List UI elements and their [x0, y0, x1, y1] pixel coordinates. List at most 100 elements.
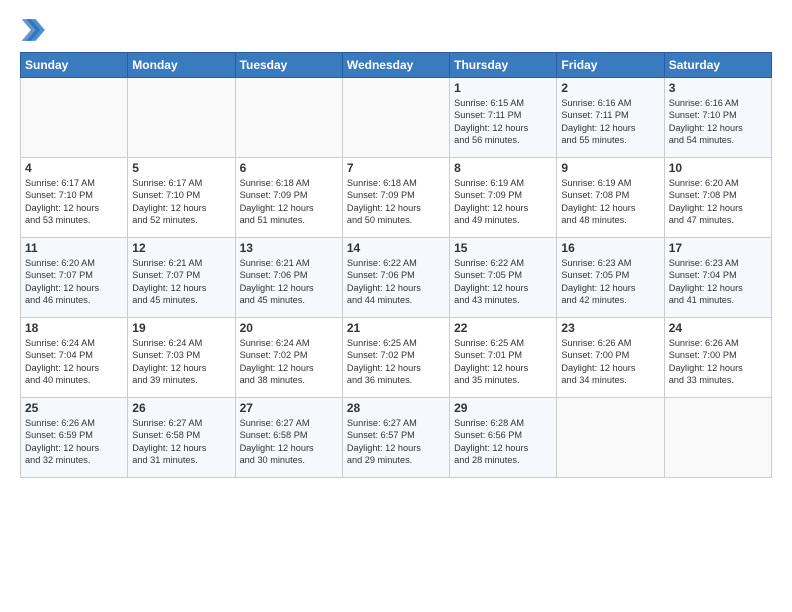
day-number: 19	[132, 321, 230, 335]
day-info: Sunrise: 6:25 AM Sunset: 7:01 PM Dayligh…	[454, 337, 552, 387]
header-day: Friday	[557, 53, 664, 78]
header-day: Saturday	[664, 53, 771, 78]
day-number: 22	[454, 321, 552, 335]
day-info: Sunrise: 6:28 AM Sunset: 6:56 PM Dayligh…	[454, 417, 552, 467]
calendar-week-row: 18 Sunrise: 6:24 AM Sunset: 7:04 PM Dayli…	[21, 318, 772, 398]
calendar-cell	[664, 398, 771, 478]
day-info: Sunrise: 6:21 AM Sunset: 7:07 PM Dayligh…	[132, 257, 230, 307]
calendar-week-row: 4 Sunrise: 6:17 AM Sunset: 7:10 PM Daylig…	[21, 158, 772, 238]
day-number: 5	[132, 161, 230, 175]
calendar-cell	[557, 398, 664, 478]
day-info: Sunrise: 6:16 AM Sunset: 7:10 PM Dayligh…	[669, 97, 767, 147]
calendar-cell: 7Sunrise: 6:18 AM Sunset: 7:09 PM Daylig…	[342, 158, 449, 238]
day-number: 10	[669, 161, 767, 175]
day-info: Sunrise: 6:16 AM Sunset: 7:11 PM Dayligh…	[561, 97, 659, 147]
calendar-cell: 28Sunrise: 6:27 AM Sunset: 6:57 PM Dayli…	[342, 398, 449, 478]
calendar-cell: 3 Sunrise: 6:16 AM Sunset: 7:10 PM Daylig…	[664, 78, 771, 158]
calendar-cell: 26 Sunrise: 6:27 AM Sunset: 6:58 PM Dayli…	[128, 398, 235, 478]
calendar-cell: 27 Sunrise: 6:27 AM Sunset: 6:58 PM Dayli…	[235, 398, 342, 478]
day-number: 15	[454, 241, 552, 255]
calendar-cell: 5 Sunrise: 6:17 AM Sunset: 7:10 PM Daylig…	[128, 158, 235, 238]
day-info: Sunrise: 6:25 AM Sunset: 7:02 PM Dayligh…	[347, 337, 445, 387]
day-number: 13	[240, 241, 338, 255]
calendar-cell: 4 Sunrise: 6:17 AM Sunset: 7:10 PM Daylig…	[21, 158, 128, 238]
day-number: 9	[561, 161, 659, 175]
header-day: Thursday	[450, 53, 557, 78]
calendar-cell: 8 Sunrise: 6:19 AM Sunset: 7:09 PM Daylig…	[450, 158, 557, 238]
day-info: Sunrise: 6:26 AM Sunset: 7:00 PM Dayligh…	[669, 337, 767, 387]
day-info: Sunrise: 6:24 AM Sunset: 7:04 PM Dayligh…	[25, 337, 123, 387]
calendar-cell	[342, 78, 449, 158]
calendar-body: 1Sunrise: 6:15 AM Sunset: 7:11 PM Daylig…	[21, 78, 772, 478]
day-info: Sunrise: 6:18 AM Sunset: 7:09 PM Dayligh…	[347, 177, 445, 227]
day-info: Sunrise: 6:20 AM Sunset: 7:08 PM Dayligh…	[669, 177, 767, 227]
day-number: 16	[561, 241, 659, 255]
day-info: Sunrise: 6:19 AM Sunset: 7:09 PM Dayligh…	[454, 177, 552, 227]
calendar-cell: 17 Sunrise: 6:23 AM Sunset: 7:04 PM Dayli…	[664, 238, 771, 318]
calendar-cell	[128, 78, 235, 158]
day-info: Sunrise: 6:24 AM Sunset: 7:02 PM Dayligh…	[240, 337, 338, 387]
day-info: Sunrise: 6:27 AM Sunset: 6:58 PM Dayligh…	[132, 417, 230, 467]
calendar-cell: 18 Sunrise: 6:24 AM Sunset: 7:04 PM Dayli…	[21, 318, 128, 398]
logo-icon	[20, 16, 48, 44]
calendar-cell: 25Sunrise: 6:26 AM Sunset: 6:59 PM Dayli…	[21, 398, 128, 478]
day-info: Sunrise: 6:19 AM Sunset: 7:08 PM Dayligh…	[561, 177, 659, 227]
day-info: Sunrise: 6:27 AM Sunset: 6:58 PM Dayligh…	[240, 417, 338, 467]
day-info: Sunrise: 6:23 AM Sunset: 7:04 PM Dayligh…	[669, 257, 767, 307]
day-info: Sunrise: 6:17 AM Sunset: 7:10 PM Dayligh…	[25, 177, 123, 227]
calendar-week-row: 11 Sunrise: 6:20 AM Sunset: 7:07 PM Dayli…	[21, 238, 772, 318]
day-number: 27	[240, 401, 338, 415]
calendar-cell: 12 Sunrise: 6:21 AM Sunset: 7:07 PM Dayli…	[128, 238, 235, 318]
day-number: 4	[25, 161, 123, 175]
day-number: 25	[25, 401, 123, 415]
day-info: Sunrise: 6:21 AM Sunset: 7:06 PM Dayligh…	[240, 257, 338, 307]
logo	[20, 16, 52, 44]
header-day: Tuesday	[235, 53, 342, 78]
day-number: 28	[347, 401, 445, 415]
day-number: 20	[240, 321, 338, 335]
day-number: 18	[25, 321, 123, 335]
day-info: Sunrise: 6:26 AM Sunset: 7:00 PM Dayligh…	[561, 337, 659, 387]
calendar-cell	[235, 78, 342, 158]
calendar-cell: 10 Sunrise: 6:20 AM Sunset: 7:08 PM Dayli…	[664, 158, 771, 238]
day-number: 1	[454, 81, 552, 95]
header-day: Wednesday	[342, 53, 449, 78]
header-day: Sunday	[21, 53, 128, 78]
calendar-cell: 20 Sunrise: 6:24 AM Sunset: 7:02 PM Dayli…	[235, 318, 342, 398]
calendar-cell: 19 Sunrise: 6:24 AM Sunset: 7:03 PM Dayli…	[128, 318, 235, 398]
calendar-cell: 23 Sunrise: 6:26 AM Sunset: 7:00 PM Dayli…	[557, 318, 664, 398]
day-number: 23	[561, 321, 659, 335]
calendar-cell: 14Sunrise: 6:22 AM Sunset: 7:06 PM Dayli…	[342, 238, 449, 318]
calendar-cell: 6 Sunrise: 6:18 AM Sunset: 7:09 PM Daylig…	[235, 158, 342, 238]
header-row: SundayMondayTuesdayWednesdayThursdayFrid…	[21, 53, 772, 78]
day-number: 8	[454, 161, 552, 175]
day-info: Sunrise: 6:23 AM Sunset: 7:05 PM Dayligh…	[561, 257, 659, 307]
day-info: Sunrise: 6:24 AM Sunset: 7:03 PM Dayligh…	[132, 337, 230, 387]
day-number: 11	[25, 241, 123, 255]
calendar-header: SundayMondayTuesdayWednesdayThursdayFrid…	[21, 53, 772, 78]
day-number: 3	[669, 81, 767, 95]
day-info: Sunrise: 6:18 AM Sunset: 7:09 PM Dayligh…	[240, 177, 338, 227]
day-number: 17	[669, 241, 767, 255]
calendar-cell: 22 Sunrise: 6:25 AM Sunset: 7:01 PM Dayli…	[450, 318, 557, 398]
day-info: Sunrise: 6:20 AM Sunset: 7:07 PM Dayligh…	[25, 257, 123, 307]
calendar-cell: 24 Sunrise: 6:26 AM Sunset: 7:00 PM Dayli…	[664, 318, 771, 398]
day-info: Sunrise: 6:22 AM Sunset: 7:05 PM Dayligh…	[454, 257, 552, 307]
calendar-week-row: 25Sunrise: 6:26 AM Sunset: 6:59 PM Dayli…	[21, 398, 772, 478]
day-number: 21	[347, 321, 445, 335]
calendar-cell: 11 Sunrise: 6:20 AM Sunset: 7:07 PM Dayli…	[21, 238, 128, 318]
page-container: SundayMondayTuesdayWednesdayThursdayFrid…	[0, 0, 792, 488]
day-number: 14	[347, 241, 445, 255]
day-number: 26	[132, 401, 230, 415]
calendar-week-row: 1Sunrise: 6:15 AM Sunset: 7:11 PM Daylig…	[21, 78, 772, 158]
day-info: Sunrise: 6:17 AM Sunset: 7:10 PM Dayligh…	[132, 177, 230, 227]
day-number: 12	[132, 241, 230, 255]
calendar-cell: 16 Sunrise: 6:23 AM Sunset: 7:05 PM Dayli…	[557, 238, 664, 318]
calendar-table: SundayMondayTuesdayWednesdayThursdayFrid…	[20, 52, 772, 478]
calendar-cell: 13 Sunrise: 6:21 AM Sunset: 7:06 PM Dayli…	[235, 238, 342, 318]
day-number: 24	[669, 321, 767, 335]
day-number: 6	[240, 161, 338, 175]
calendar-cell: 9 Sunrise: 6:19 AM Sunset: 7:08 PM Daylig…	[557, 158, 664, 238]
calendar-cell	[21, 78, 128, 158]
calendar-cell: 15 Sunrise: 6:22 AM Sunset: 7:05 PM Dayli…	[450, 238, 557, 318]
